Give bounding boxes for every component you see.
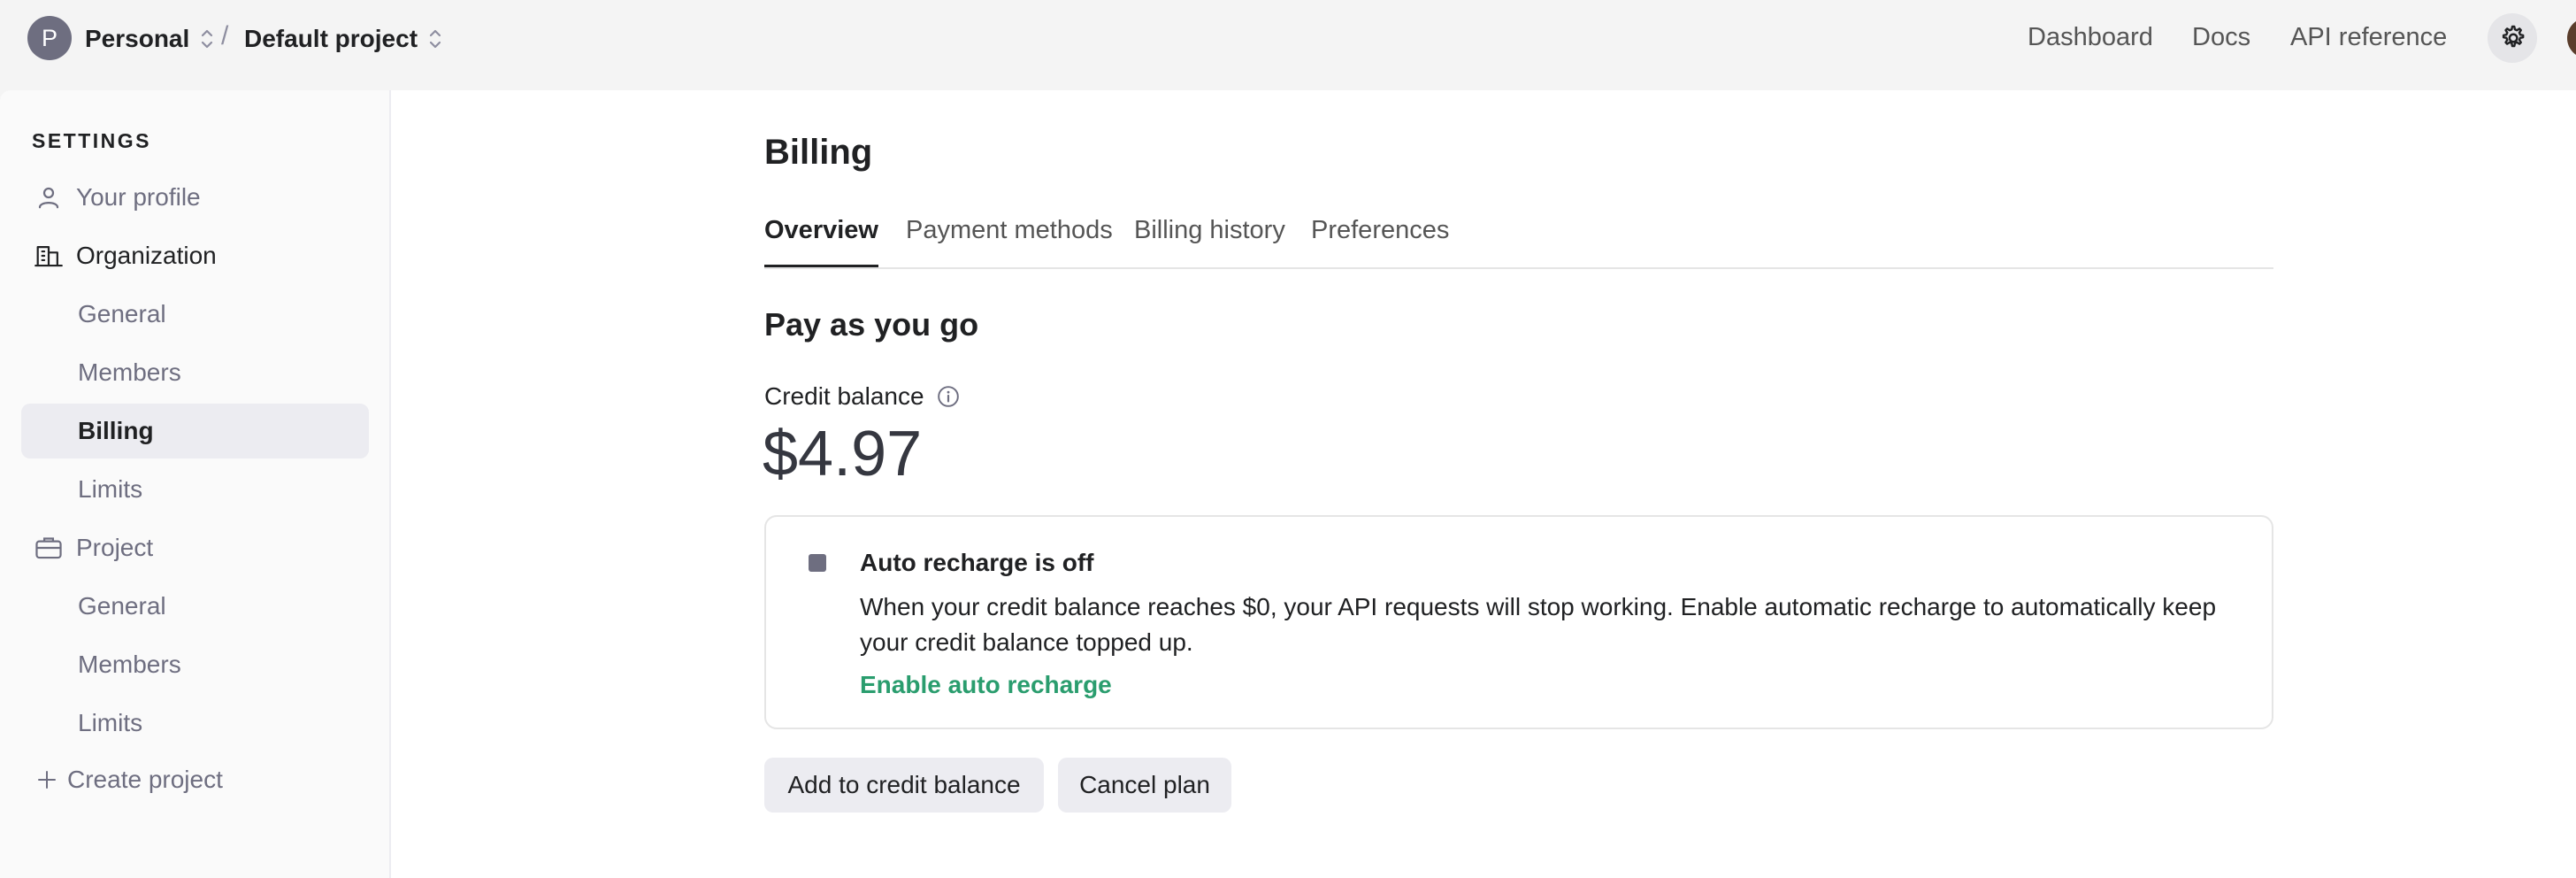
tab-preferences[interactable]: Preferences xyxy=(1311,216,1449,267)
info-icon[interactable] xyxy=(937,385,960,408)
credit-balance-amount: $4.97 xyxy=(763,419,923,489)
tab-billing-history[interactable]: Billing history xyxy=(1134,216,1285,267)
sidebar-item-org-general[interactable]: General xyxy=(21,287,369,342)
billing-tabs: Overview Payment methods Billing history… xyxy=(764,198,2273,269)
auto-recharge-card: Auto recharge is off When your credit ba… xyxy=(764,515,2273,729)
sidebar-item-project-limits[interactable]: Limits xyxy=(21,696,369,751)
top-bar: P Personal / Default project Dashboard D… xyxy=(0,0,2576,90)
credit-balance-label-text: Credit balance xyxy=(764,382,924,410)
briefcase-icon xyxy=(34,533,64,563)
sidebar-item-org-members[interactable]: Members xyxy=(21,345,369,400)
sidebar-heading: SETTINGS xyxy=(32,129,152,152)
sidebar-item-label: Limits xyxy=(78,475,143,503)
credit-balance-label: Credit balance xyxy=(764,382,960,411)
sidebar-item-your-profile[interactable]: Your profile xyxy=(21,170,369,225)
settings-button[interactable] xyxy=(2488,13,2537,63)
sidebar-item-label: Your profile xyxy=(76,183,201,211)
cancel-plan-button[interactable]: Cancel plan xyxy=(1058,758,1231,813)
plus-icon xyxy=(35,765,58,795)
auto-recharge-description: When your credit balance reaches $0, you… xyxy=(860,593,2217,656)
building-icon xyxy=(34,241,64,271)
sidebar-item-project[interactable]: Project xyxy=(21,520,369,575)
gear-icon xyxy=(2502,25,2525,48)
sidebar-item-label: General xyxy=(78,592,166,620)
user-icon xyxy=(34,182,64,212)
breadcrumb-separator: / xyxy=(221,21,229,50)
square-status-icon xyxy=(809,554,826,572)
nav-dashboard-link[interactable]: Dashboard xyxy=(2028,23,2153,52)
sidebar-item-label: Organization xyxy=(76,242,217,269)
sidebar-item-label: Limits xyxy=(78,709,143,736)
auto-recharge-title: Auto recharge is off xyxy=(860,549,1094,576)
tab-overview[interactable]: Overview xyxy=(764,216,878,267)
chevron-up-down-icon xyxy=(202,29,213,49)
org-switcher[interactable]: Personal xyxy=(85,21,214,57)
nav-docs-link[interactable]: Docs xyxy=(2192,23,2250,52)
sidebar-item-label: Project xyxy=(76,534,154,561)
sidebar-item-organization[interactable]: Organization xyxy=(21,228,369,283)
enable-auto-recharge-link[interactable]: Enable auto recharge xyxy=(860,671,1112,699)
org-avatar-initial: P xyxy=(41,24,58,51)
user-avatar[interactable] xyxy=(2567,18,2576,58)
sidebar-item-label: General xyxy=(78,300,166,327)
settings-sidebar: SETTINGS Your profile Organization Gener… xyxy=(0,90,391,878)
sidebar-item-label: Members xyxy=(78,358,181,386)
create-project-label: Create project xyxy=(67,766,223,793)
project-switcher-label: Default project xyxy=(244,25,418,52)
page-title: Billing xyxy=(764,133,873,172)
sidebar-item-label: Members xyxy=(78,651,181,678)
project-switcher[interactable]: Default project xyxy=(244,21,442,57)
plan-title: Pay as you go xyxy=(764,306,979,343)
sidebar-item-project-general[interactable]: General xyxy=(21,579,369,634)
chevron-up-down-icon xyxy=(429,29,441,49)
sidebar-item-label: Billing xyxy=(78,417,154,444)
org-switcher-label: Personal xyxy=(85,25,190,52)
tab-payment-methods[interactable]: Payment methods xyxy=(906,216,1113,267)
sidebar-item-project-members[interactable]: Members xyxy=(21,637,369,692)
sidebar-item-org-billing[interactable]: Billing xyxy=(21,404,369,458)
add-to-credit-balance-button[interactable]: Add to credit balance xyxy=(764,758,1044,813)
nav-api-reference-link[interactable]: API reference xyxy=(2290,23,2447,52)
org-avatar[interactable]: P xyxy=(27,16,72,60)
create-project-button[interactable]: Create project xyxy=(21,752,369,807)
billing-main: Billing Overview Payment methods Billing… xyxy=(391,90,2576,878)
sidebar-item-org-limits[interactable]: Limits xyxy=(21,462,369,517)
